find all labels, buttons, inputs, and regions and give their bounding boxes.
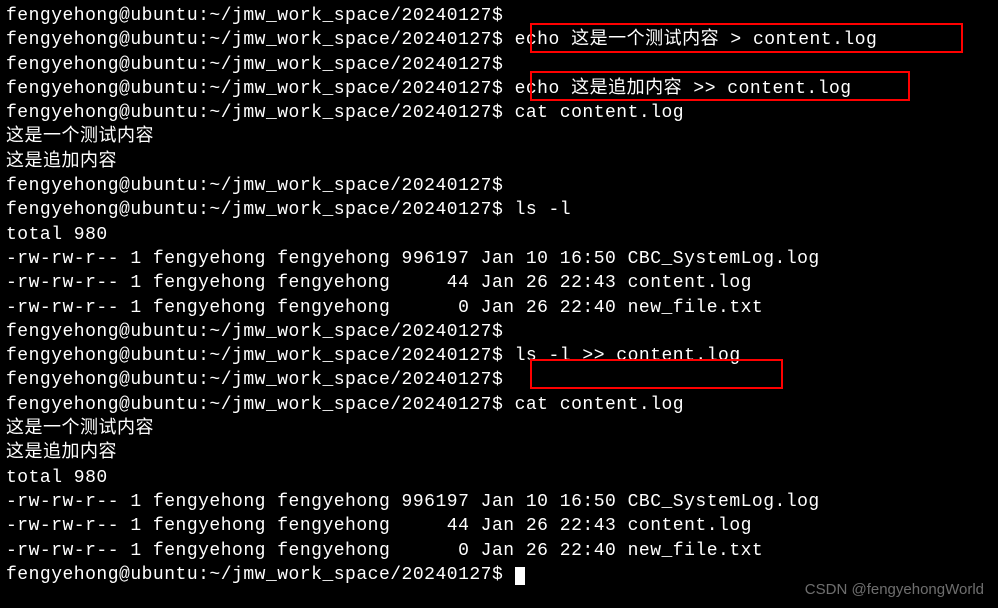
terminal-line: 这是追加内容 — [6, 150, 992, 174]
terminal-line: -rw-rw-r-- 1 fengyehong fengyehong 99619… — [6, 490, 992, 514]
terminal-line: fengyehong@ubuntu:~/jmw_work_space/20240… — [6, 101, 992, 125]
terminal-line: fengyehong@ubuntu:~/jmw_work_space/20240… — [6, 198, 992, 222]
terminal-line: 这是追加内容 — [6, 441, 992, 465]
terminal-line: fengyehong@ubuntu:~/jmw_work_space/20240… — [6, 4, 992, 28]
terminal-line: -rw-rw-r-- 1 fengyehong fengyehong 99619… — [6, 247, 992, 271]
terminal-line: 这是一个测试内容 — [6, 125, 992, 149]
terminal-line: -rw-rw-r-- 1 fengyehong fengyehong 44 Ja… — [6, 271, 992, 295]
terminal-prompt: fengyehong@ubuntu:~/jmw_work_space/20240… — [6, 565, 515, 585]
terminal-line: fengyehong@ubuntu:~/jmw_work_space/20240… — [6, 320, 992, 344]
terminal-line: total 980 — [6, 466, 992, 490]
terminal-line: fengyehong@ubuntu:~/jmw_work_space/20240… — [6, 393, 992, 417]
terminal-line: 这是一个测试内容 — [6, 417, 992, 441]
terminal-line: fengyehong@ubuntu:~/jmw_work_space/20240… — [6, 77, 992, 101]
terminal-line: -rw-rw-r-- 1 fengyehong fengyehong 0 Jan… — [6, 539, 992, 563]
terminal-line: fengyehong@ubuntu:~/jmw_work_space/20240… — [6, 368, 992, 392]
terminal-line: -rw-rw-r-- 1 fengyehong fengyehong 0 Jan… — [6, 296, 992, 320]
terminal-line: fengyehong@ubuntu:~/jmw_work_space/20240… — [6, 28, 992, 52]
cursor-icon — [515, 567, 525, 585]
terminal-line: total 980 — [6, 223, 992, 247]
terminal-line: fengyehong@ubuntu:~/jmw_work_space/20240… — [6, 174, 992, 198]
terminal-output[interactable]: fengyehong@ubuntu:~/jmw_work_space/20240… — [6, 4, 992, 587]
terminal-line: fengyehong@ubuntu:~/jmw_work_space/20240… — [6, 344, 992, 368]
terminal-line: -rw-rw-r-- 1 fengyehong fengyehong 44 Ja… — [6, 514, 992, 538]
terminal-line: fengyehong@ubuntu:~/jmw_work_space/20240… — [6, 53, 992, 77]
watermark-text: CSDN @fengyehongWorld — [805, 580, 984, 600]
